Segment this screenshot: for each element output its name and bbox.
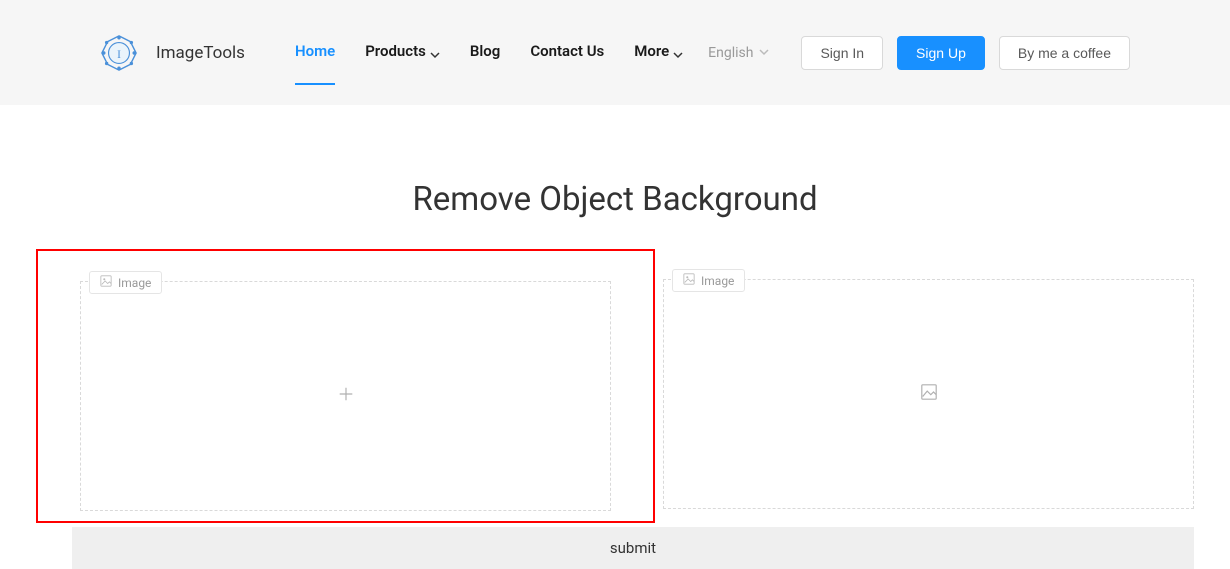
brand-name: ImageTools: [156, 43, 245, 63]
sign-up-button[interactable]: Sign Up: [897, 36, 985, 70]
image-icon: [683, 273, 695, 288]
header-right: English Sign In Sign Up By me a coffee: [708, 36, 1130, 70]
plus-icon: [337, 385, 355, 407]
language-label: English: [708, 45, 753, 61]
logo[interactable]: I ImageTools: [100, 34, 245, 72]
image-placeholder-icon: [920, 383, 938, 405]
upload-output-label: Image: [672, 269, 745, 292]
nav-home[interactable]: Home: [295, 42, 335, 63]
page-title: Remove Object Background: [0, 180, 1230, 219]
nav-contact-label: Contact Us: [530, 42, 604, 60]
logo-icon: I: [100, 34, 138, 72]
chevron-down-icon: [759, 45, 769, 61]
upload-output-label-text: Image: [701, 274, 734, 288]
svg-text:I: I: [117, 48, 121, 60]
nav-contact[interactable]: Contact Us: [530, 42, 604, 63]
upload-section: Image: [0, 279, 1230, 513]
upload-input-wrapper: Image: [36, 249, 655, 523]
nav-blog[interactable]: Blog: [470, 42, 500, 63]
submit-button[interactable]: submit: [72, 527, 1194, 569]
nav-blog-label: Blog: [470, 42, 500, 60]
upload-input-box[interactable]: Image: [80, 281, 611, 511]
nav-home-label: Home: [295, 42, 335, 60]
upload-input-label-text: Image: [118, 276, 151, 290]
chevron-down-icon: [673, 46, 683, 56]
upload-output-box[interactable]: Image: [663, 279, 1194, 509]
nav-more-label: More: [634, 42, 669, 60]
image-icon: [100, 275, 112, 290]
sign-in-button[interactable]: Sign In: [801, 36, 883, 70]
nav-products[interactable]: Products: [365, 42, 440, 63]
upload-output-wrapper: Image: [663, 279, 1194, 513]
nav-more[interactable]: More: [634, 42, 683, 63]
main: Remove Object Background Image: [0, 180, 1230, 569]
nav: Home Products Blog Contact Us More: [295, 42, 683, 63]
header: I ImageTools Home Products Blog: [0, 0, 1230, 105]
nav-products-label: Products: [365, 42, 426, 60]
language-selector[interactable]: English: [708, 45, 769, 61]
upload-input-label: Image: [89, 271, 162, 294]
coffee-button[interactable]: By me a coffee: [999, 36, 1130, 70]
chevron-down-icon: [430, 46, 440, 56]
